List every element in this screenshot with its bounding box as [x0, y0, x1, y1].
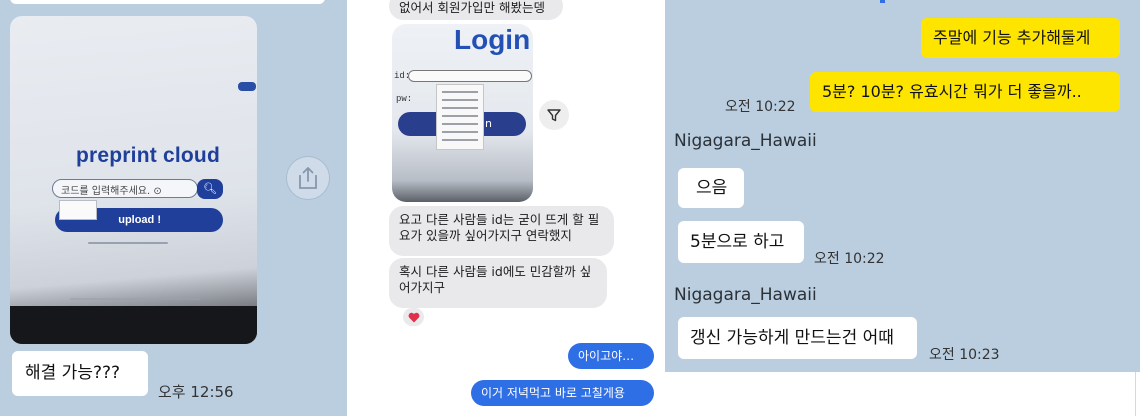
- monitor-bezel: [10, 306, 257, 344]
- left-chat-panel: preprint cloud 코드를 입력해주세요. ⊙ 🔍︎ upload !…: [0, 0, 347, 416]
- photo-caption-line: [88, 242, 168, 244]
- photo-brand-text: preprint cloud: [76, 144, 220, 167]
- photo-attachment[interactable]: preprint cloud 코드를 입력해주세요. ⊙ 🔍︎ upload !: [10, 16, 257, 344]
- received-message[interactable]: 으음: [678, 168, 744, 208]
- message-time: 오전 10:23: [929, 347, 1000, 363]
- filter-icon: [547, 109, 561, 122]
- login-id-field: [408, 70, 532, 82]
- middle-chat-panel: 없어서 회원가입만 해봤는뎅 Login id: pw: gin 요고 다른 사…: [347, 0, 665, 416]
- sent-message[interactable]: 5분? 10분? 유효시간 뭐가 더 좋을까..: [810, 72, 1120, 112]
- received-message[interactable]: 혹시 다른 사람들 id에도 민감할까 싶어가지구: [389, 258, 607, 308]
- photo-search-icon: 🔍︎: [197, 179, 223, 199]
- filter-button[interactable]: [539, 100, 569, 130]
- sent-message[interactable]: 이거 저녁먹고 바로 고칠게용: [471, 380, 654, 406]
- received-message[interactable]: 갱신 가능하게 만드는건 어때: [678, 317, 917, 359]
- cut-off-bubble: [10, 0, 325, 4]
- message-time: 오전 10:22: [814, 251, 885, 267]
- photo-dropdown: [59, 200, 97, 220]
- heart-reaction[interactable]: [403, 308, 424, 326]
- sent-message[interactable]: 주말에 기능 추가해둘게: [921, 18, 1120, 58]
- login-photo-title: Login: [454, 24, 531, 55]
- login-id-dropdown: [436, 84, 484, 150]
- received-message[interactable]: 요고 다른 사람들 id는 굳이 뜨게 할 필요가 있을까 싶어가지구 연락했지: [389, 206, 614, 256]
- heart-icon: [408, 312, 419, 322]
- share-icon: [299, 167, 317, 189]
- received-message[interactable]: 없어서 회원가입만 해봤는뎅: [389, 0, 563, 20]
- photo-tag: [238, 82, 256, 91]
- right-chat-panel: 주말에 기능 추가해둘게 오전 10:22 5분? 10분? 유효시간 뭐가 더…: [665, 0, 1140, 372]
- message-time: 오전 10:22: [725, 99, 796, 115]
- login-photo-attachment[interactable]: Login id: pw: gin: [392, 24, 533, 202]
- received-message[interactable]: 5분으로 하고: [678, 221, 804, 263]
- photo-footer-line: [70, 298, 200, 300]
- photo-search-field: 코드를 입력해주세요. ⊙: [52, 179, 198, 198]
- received-message[interactable]: 해결 가능???: [12, 351, 148, 396]
- message-time: 오후 12:56: [158, 383, 234, 401]
- sender-name[interactable]: Nigagara_Hawaii: [674, 131, 817, 151]
- login-pw-label: pw:: [396, 94, 413, 104]
- sent-message[interactable]: 아이고야…: [568, 343, 654, 369]
- divider: [1135, 372, 1136, 416]
- share-button[interactable]: [286, 156, 330, 200]
- cut-off-link: [880, 0, 885, 3]
- sender-name[interactable]: Nigagara_Hawaii: [674, 285, 817, 305]
